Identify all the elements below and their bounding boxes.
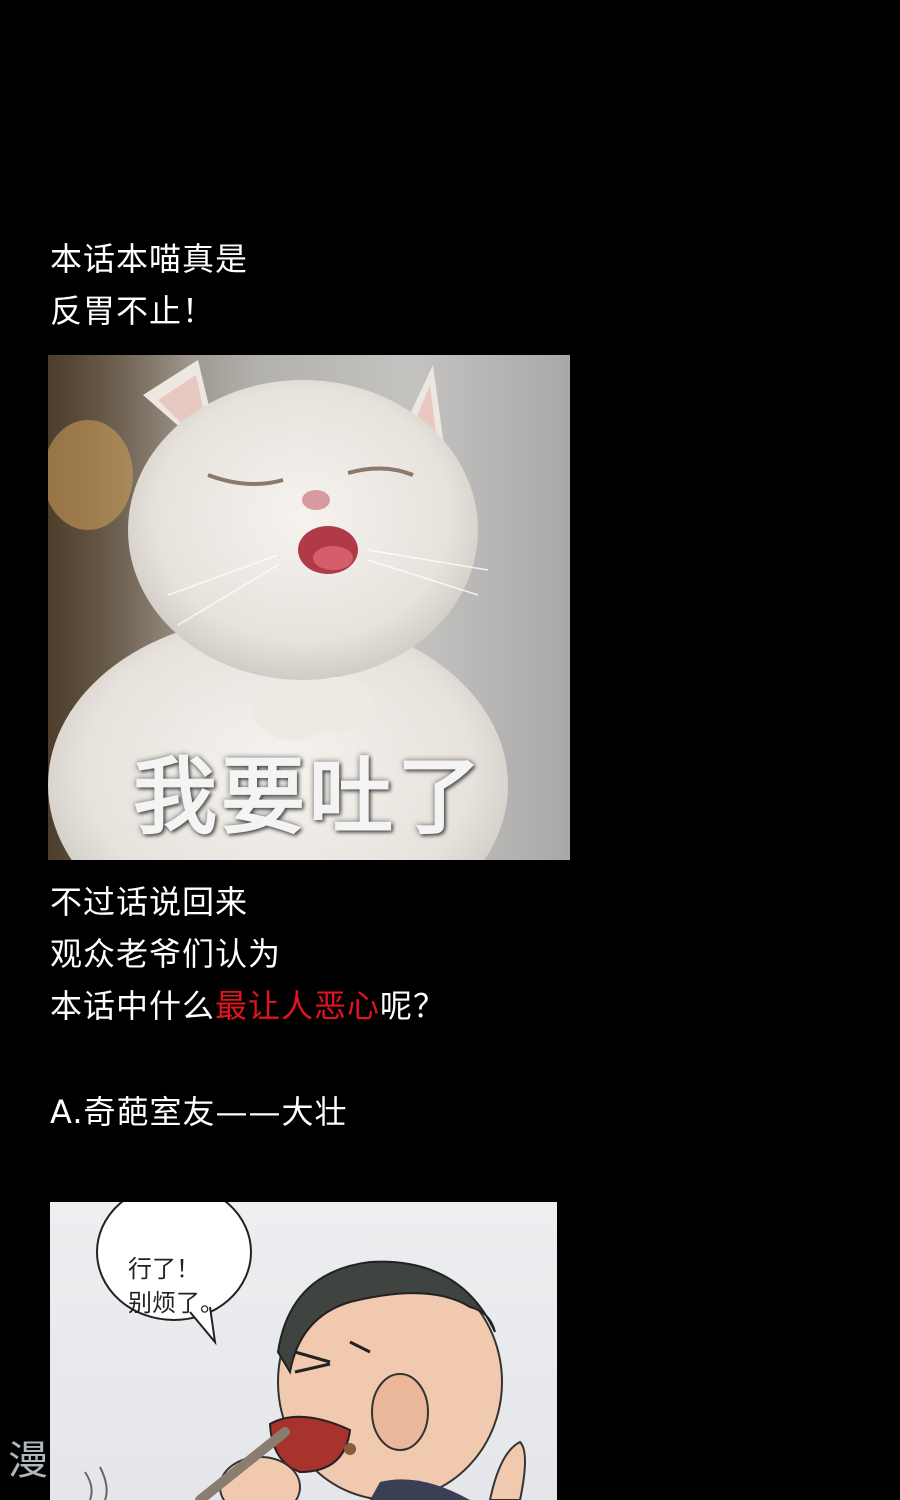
speech-bubble-text: 行了！ 别烦了。 <box>128 1252 224 1320</box>
question-line-1: 不过话说回来 <box>50 883 249 921</box>
cat-caption: 我要吐了 <box>132 748 485 846</box>
question-highlight: 最让人恶心 <box>215 987 381 1025</box>
question-line-3: 本话中什么最让人恶心呢？ <box>50 980 446 1032</box>
intro-text: 本话本喵真是 反胃不止！ <box>50 233 248 337</box>
bubble-line-2: 别烦了。 <box>128 1289 224 1317</box>
option-a: A.奇葩室友——大壮 <box>50 1086 348 1138</box>
comic-illustration <box>84 1202 526 1500</box>
question-prefix: 本话中什么 <box>50 987 216 1025</box>
question-text: 不过话说回来 观众老爷们认为 本话中什么最让人恶心呢？ <box>50 876 446 1032</box>
comic-panel-scene: 行了！ 别烦了。 <box>50 1202 557 1500</box>
question-suffix: 呢？ <box>380 987 447 1025</box>
bubble-line-1: 行了！ <box>128 1255 200 1283</box>
option-a-label: A.奇葩室友——大壮 <box>50 1093 348 1131</box>
watermark-logo: 漫 <box>8 1438 48 1484</box>
intro-line-1: 本话本喵真是 <box>50 240 249 278</box>
comic-panel: 行了！ 别烦了。 <box>50 1160 557 1500</box>
intro-line-2: 反胃不止！ <box>50 292 216 330</box>
cat-meme-image: 我要吐了 <box>48 355 570 860</box>
question-line-2: 观众老爷们认为 <box>50 935 282 973</box>
